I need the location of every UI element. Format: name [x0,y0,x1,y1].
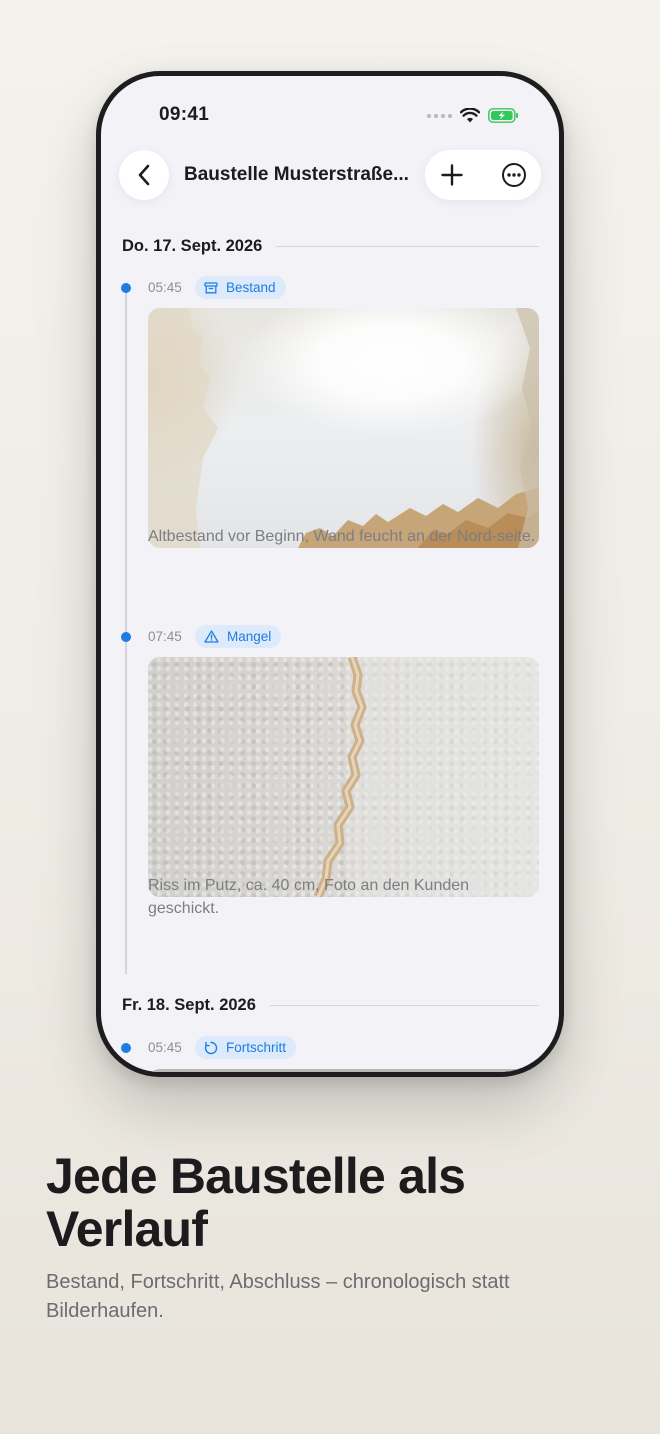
nav-actions [425,150,541,200]
day-divider [269,1004,539,1006]
entry-caption: Riss im Putz, ca. 40 cm, Foto an den Kun… [148,877,470,917]
add-button[interactable] [427,150,477,200]
day-header: Do. 17. Sept. 2026 [122,234,539,258]
entry-time: 05:45 [148,280,182,295]
tag-badge[interactable]: Mangel [195,625,282,648]
chevron-left-icon [138,164,150,186]
progress-circle-icon [204,1041,218,1054]
entry-photo[interactable] [148,308,539,548]
status-time: 09:41 [159,104,210,125]
day-divider [276,245,539,247]
cellular-signal-icon [427,113,452,118]
hero-title: Jede Baustelle als Verlauf [46,1148,466,1257]
photo-plaster-crack [313,657,539,897]
timeline: Do. 17. Sept. 2026 05:45 Bestand Altbest… [101,216,559,1072]
entry-photo[interactable] [148,1069,539,1072]
day-date: Fr. 18. Sept. 2026 [122,995,256,1014]
timeline-dot [121,632,131,642]
status-icons [427,108,519,123]
archive-box-icon [204,281,218,293]
back-button[interactable] [119,150,169,200]
photo-wall-damage [148,308,539,548]
phone-frame: 09:41 Baustelle Musterstraße... Do. 17. … [96,71,564,1077]
ellipsis-circle-icon [502,163,526,187]
timeline-dot [121,1043,131,1053]
more-button[interactable] [489,150,539,200]
entry-time: 07:45 [148,629,182,644]
entry-time: 05:45 [148,1040,182,1055]
day-header: Fr. 18. Sept. 2026 [122,993,539,1017]
timeline-rail [125,286,127,974]
app-screen: 09:41 Baustelle Musterstraße... Do. 17. … [101,76,559,1072]
status-bar: 09:41 [101,76,559,146]
tag-label: Mangel [227,629,272,644]
warning-triangle-icon [204,630,219,643]
entry-photo[interactable] [148,657,539,897]
wifi-icon [460,108,480,123]
timeline-dot [121,283,131,293]
tag-label: Bestand [226,280,276,295]
day-date: Do. 17. Sept. 2026 [122,236,263,255]
entry-caption: Altbestand vor Beginn, Wand feucht an de… [148,528,536,545]
hero-subtitle: Bestand, Fortschritt, Abschluss – chrono… [46,1271,510,1322]
navigation-bar: Baustelle Musterstraße... [101,148,559,204]
nav-title: Baustelle Musterstraße... [184,164,409,185]
battery-charging-icon [488,108,518,123]
tag-label: Fortschritt [226,1040,287,1055]
plus-icon [441,164,463,186]
tag-badge[interactable]: Fortschritt [195,1036,297,1059]
tag-badge[interactable]: Bestand [195,276,286,299]
